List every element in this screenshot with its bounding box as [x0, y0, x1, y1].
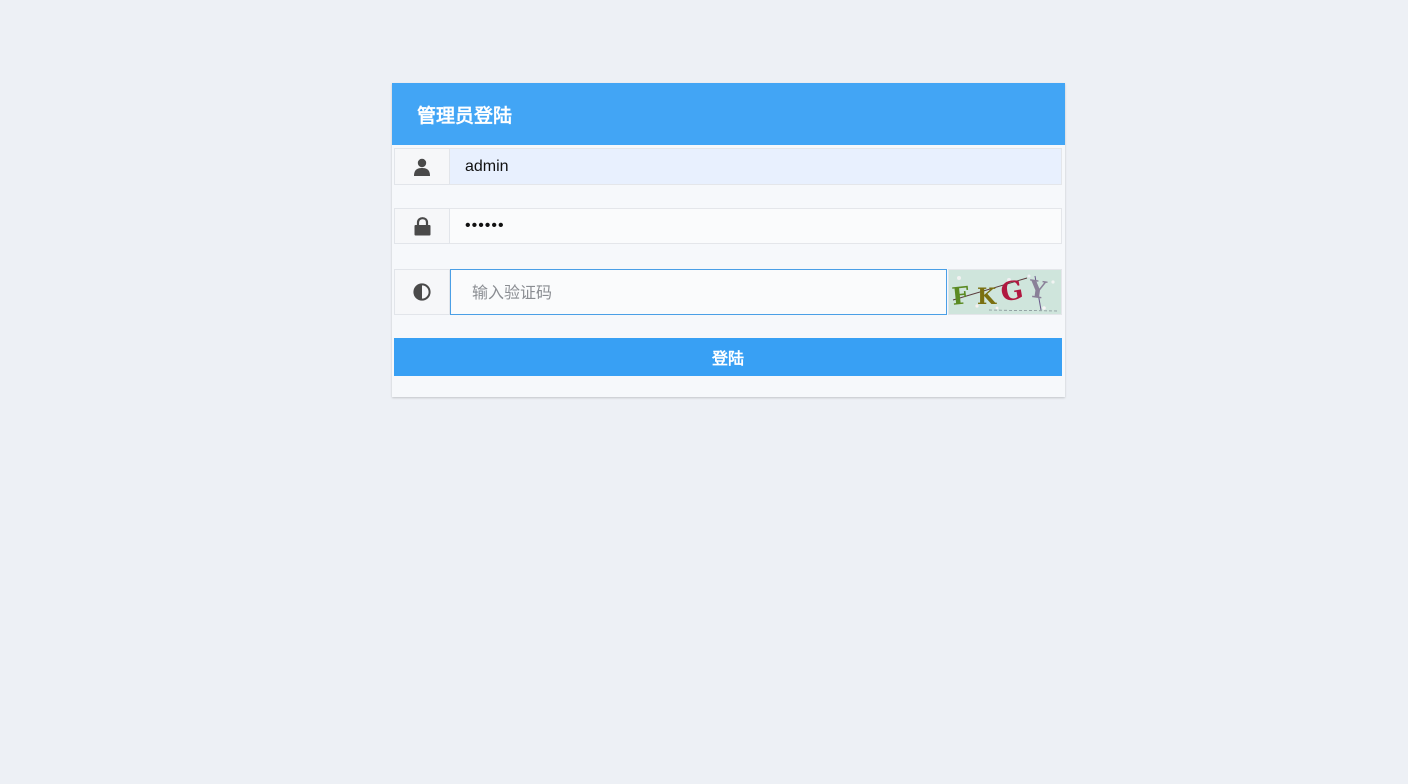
panel-header: 管理员登陆: [392, 83, 1065, 145]
captcha-char: K: [977, 284, 997, 310]
username-row: [394, 148, 1062, 185]
captcha-input[interactable]: [450, 269, 947, 315]
user-icon: [394, 148, 450, 185]
captcha-image[interactable]: F K G Y: [948, 269, 1062, 315]
login-panel: 管理员登陆 admin •••••• 输入验证码 F K G Y 登陆: [392, 83, 1065, 397]
half-circle-icon: [394, 269, 450, 315]
panel-title: 管理员登陆: [417, 104, 513, 127]
login-button[interactable]: 登陆: [394, 338, 1062, 376]
captcha-char: F: [950, 280, 970, 311]
captcha-row: F K G Y: [394, 269, 1062, 315]
lock-icon: [394, 208, 450, 244]
password-row: [394, 208, 1062, 244]
password-input[interactable]: [450, 208, 1062, 244]
username-input[interactable]: [450, 148, 1062, 185]
